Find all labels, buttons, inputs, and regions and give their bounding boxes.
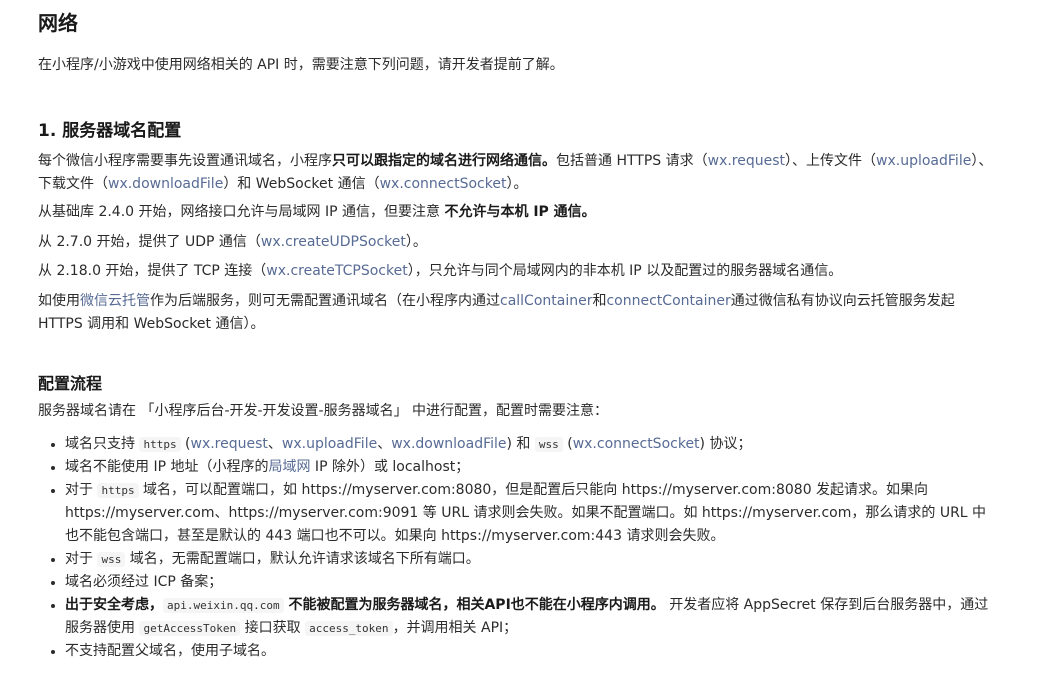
- link-wx-connectsocket[interactable]: wx.connectSocket: [380, 176, 507, 192]
- link-callcontainer[interactable]: callContainer: [500, 293, 592, 309]
- bold-text: 不允许与本机 IP 通信。: [444, 204, 596, 220]
- link-lan[interactable]: 局域网: [268, 459, 310, 475]
- link-wx-connectsocket[interactable]: wx.connectSocket: [573, 436, 700, 452]
- list-item: 域名不能使用 IP 地址（小程序的局域网 IP 除外）或 localhost；: [65, 456, 993, 479]
- text: 对于: [65, 551, 98, 567]
- text: 从 2.18.0 开始，提供了 TCP 连接（: [38, 263, 267, 279]
- text: 域名必须经过 ICP 备案；: [65, 574, 223, 590]
- paragraph-cloud-hosting: 如使用微信云托管作为后端服务，则可无需配置通讯域名（在小程序内通过callCon…: [38, 290, 993, 336]
- bold-text: 只可以跟指定的域名进行网络通信。: [332, 153, 556, 169]
- text: ) 和: [506, 436, 535, 452]
- text: 、: [267, 436, 282, 452]
- text: 每个微信小程序需要事先设置通讯域名，小程序: [38, 153, 332, 169]
- link-wx-request[interactable]: wx.request: [708, 153, 785, 169]
- text: IP 除外）或 localhost；: [310, 459, 470, 475]
- text: (: [180, 436, 191, 452]
- text: 对于: [65, 482, 98, 498]
- section-heading-domain-config: 1. 服务器域名配置: [38, 121, 182, 141]
- paragraph-tcp: 从 2.18.0 开始，提供了 TCP 连接（wx.createTCPSocke…: [38, 260, 993, 283]
- list-item: 不支持配置父域名，使用子域名。: [65, 640, 993, 663]
- paragraph-domain-requirement: 每个微信小程序需要事先设置通讯域名，小程序只可以跟指定的域名进行网络通信。包括普…: [38, 150, 993, 196]
- list-item: 域名必须经过 ICP 备案；: [65, 571, 993, 594]
- bold-text: 不能被配置为服务器域名，相关API也不能在小程序内调用。: [283, 597, 665, 613]
- text: ) 协议；: [699, 436, 752, 452]
- text: ）。: [405, 234, 427, 250]
- text: 如使用: [38, 293, 80, 309]
- text: 、: [377, 436, 392, 452]
- text: 域名不能使用 IP 地址（小程序的: [65, 459, 269, 475]
- text: 从基础库 2.4.0 开始，网络接口允许与局域网 IP 通信，但要注意: [38, 204, 445, 220]
- text: 包括普通 HTTPS 请求（: [556, 153, 708, 169]
- code-https: https: [139, 437, 181, 452]
- link-wx-createudpsocket[interactable]: wx.createUDPSocket: [261, 234, 406, 250]
- text: ）、上传文件（: [785, 153, 877, 169]
- text: 作为后端服务，则可无需配置通讯域名（在小程序内通过: [150, 293, 500, 309]
- link-wx-request[interactable]: wx.request: [191, 436, 268, 452]
- list-item: 对于 https 域名，可以配置端口，如 https://myserver.co…: [65, 479, 993, 548]
- text: 接口获取: [240, 620, 306, 636]
- text: 不支持配置父域名，使用子域名。: [65, 643, 275, 659]
- code-https: https: [97, 483, 139, 498]
- link-connectcontainer[interactable]: connectContainer: [606, 293, 730, 309]
- link-wechat-cloud-hosting[interactable]: 微信云托管: [80, 293, 150, 309]
- list-item: 出于安全考虑，api.weixin.qq.com 不能被配置为服务器域名，相关A…: [65, 594, 993, 640]
- text: ，并调用相关 API；: [392, 620, 518, 636]
- list-item: 对于 wss 域名，无需配置端口，默认允许请求该域名下所有端口。: [65, 548, 993, 571]
- link-wx-downloadfile[interactable]: wx.downloadFile: [108, 176, 223, 192]
- link-wx-uploadfile[interactable]: wx.uploadFile: [876, 153, 971, 169]
- code-api-domain: api.weixin.qq.com: [163, 598, 284, 613]
- text: 域名，可以配置端口，如 https://myserver.com:8080，但是…: [65, 482, 987, 544]
- paragraph-config-flow-intro: 服务器域名请在 「小程序后台-开发-开发设置-服务器域名」 中进行配置，配置时需…: [38, 403, 609, 419]
- text: (: [562, 436, 573, 452]
- text: 域名只支持: [65, 436, 140, 452]
- text: ）和 WebSocket 通信（: [223, 176, 380, 192]
- config-rules-list: 域名只支持 https (wx.request、wx.uploadFile、wx…: [38, 433, 993, 663]
- text: ）。: [506, 176, 528, 192]
- page-title: 网络: [38, 11, 78, 35]
- link-wx-downloadfile[interactable]: wx.downloadFile: [391, 436, 506, 452]
- text: 和: [592, 293, 607, 309]
- code-getaccesstoken: getAccessToken: [139, 621, 241, 636]
- link-wx-createtcpsocket[interactable]: wx.createTCPSocket: [266, 263, 407, 279]
- bold-text: 出于安全考虑，: [65, 597, 163, 613]
- paragraph-udp: 从 2.7.0 开始，提供了 UDP 通信（wx.createUDPSocket…: [38, 231, 993, 254]
- paragraph-lan-ip: 从基础库 2.4.0 开始，网络接口允许与局域网 IP 通信，但要注意 不允许与…: [38, 201, 993, 224]
- document-page: 网络: [0, 0, 1037, 37]
- code-wss: wss: [534, 437, 563, 452]
- code-wss: wss: [97, 552, 126, 567]
- code-access-token: access_token: [305, 621, 393, 636]
- intro-paragraph: 在小程序/小游戏中使用网络相关的 API 时，需要注意下列问题，请开发者提前了解…: [38, 57, 564, 73]
- list-item: 域名只支持 https (wx.request、wx.uploadFile、wx…: [65, 433, 993, 456]
- text: 从 2.7.0 开始，提供了 UDP 通信（: [38, 234, 261, 250]
- section-heading-config-flow: 配置流程: [38, 374, 103, 393]
- text: ），只允许与同个局域网内的非本机 IP 以及配置过的服务器域名通信。: [407, 263, 843, 279]
- text: 域名，无需配置端口，默认允许请求该域名下所有端口。: [125, 551, 480, 567]
- link-wx-uploadfile[interactable]: wx.uploadFile: [282, 436, 377, 452]
